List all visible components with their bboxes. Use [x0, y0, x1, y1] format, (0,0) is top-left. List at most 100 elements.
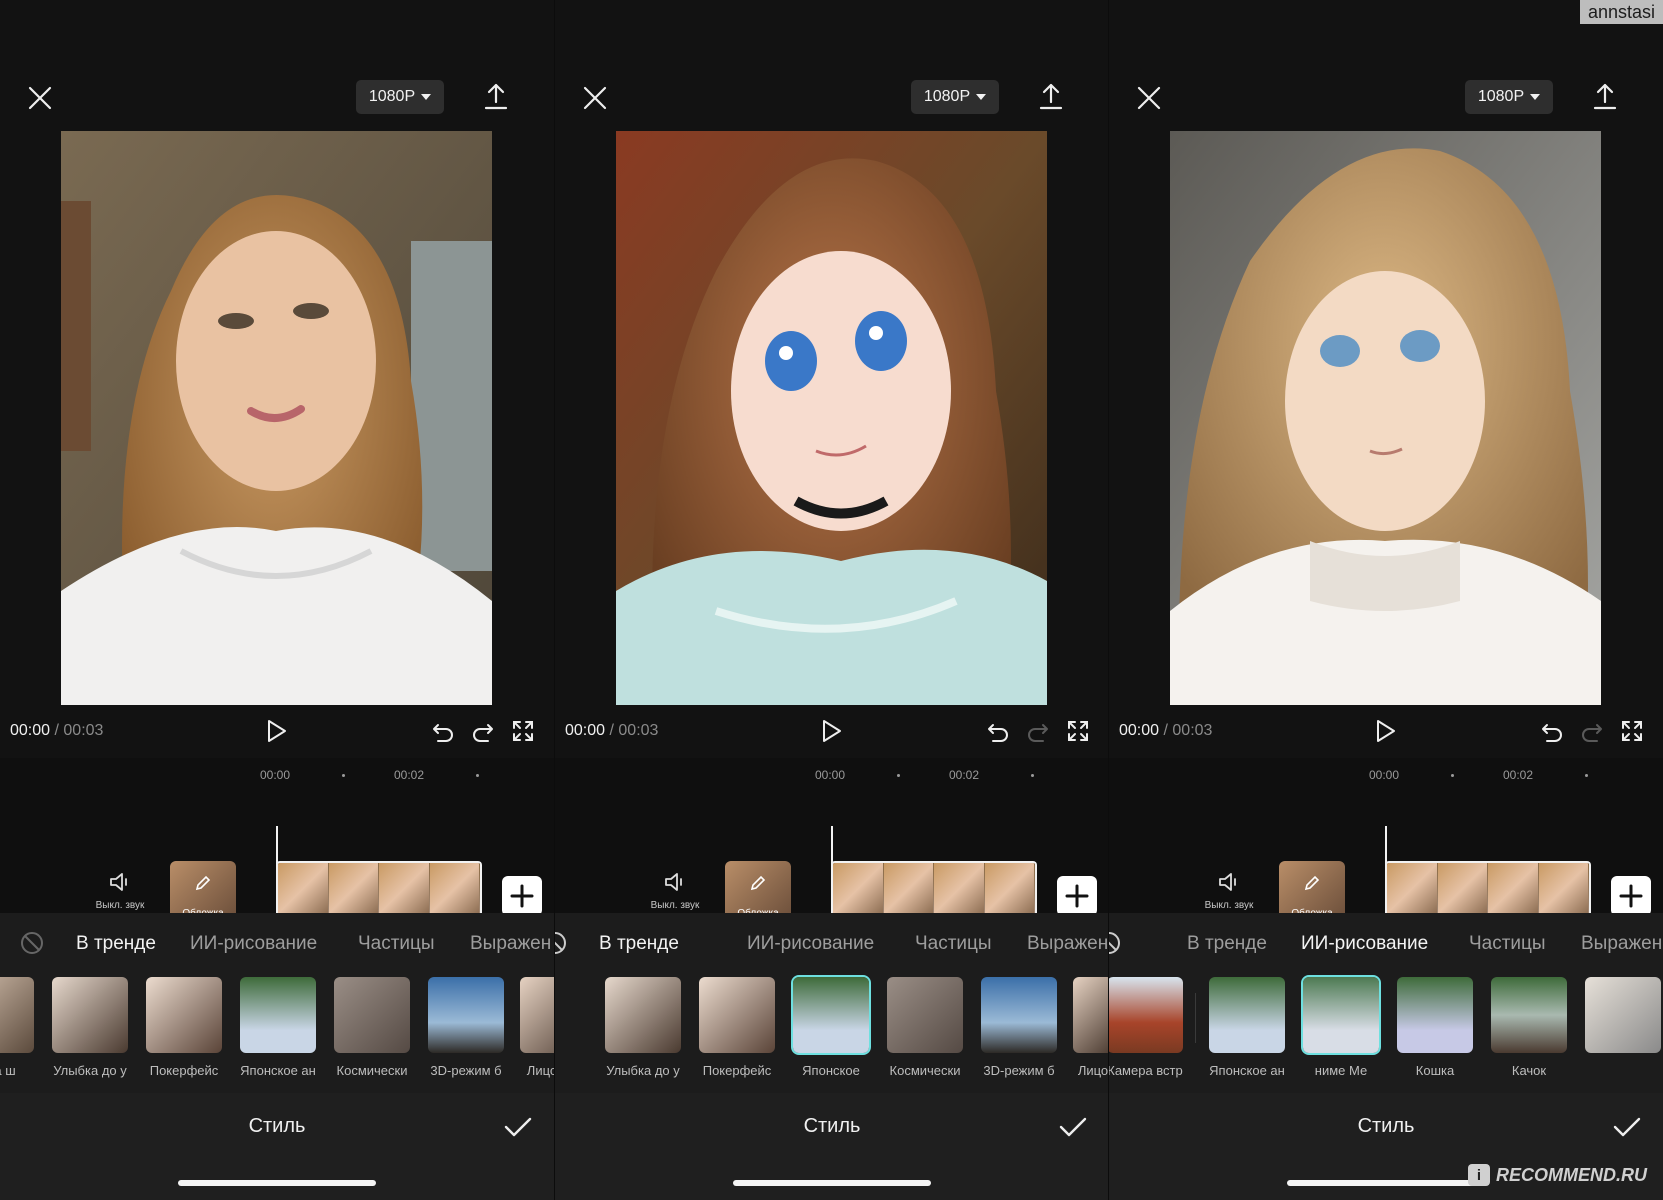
effect-item[interactable]: Камера встр: [1109, 977, 1183, 1078]
no-effect-icon[interactable]: [555, 931, 567, 960]
effect-item[interactable]: Космически: [887, 977, 963, 1078]
tab-particles[interactable]: Частицы: [915, 933, 992, 955]
tab-expressions[interactable]: Выражен: [1581, 933, 1662, 955]
cover-button[interactable]: Обложка: [725, 861, 791, 921]
close-icon[interactable]: [1133, 82, 1165, 114]
speaker-mute-icon[interactable]: [661, 870, 689, 894]
mute-label: Выкл. звук: [1204, 900, 1254, 911]
effect-item[interactable]: Японское ан: [240, 977, 316, 1078]
caret-down-icon: [976, 94, 987, 100]
effect-item[interactable]: Космически: [334, 977, 410, 1078]
resolution-label: 1080P: [923, 88, 971, 105]
play-icon[interactable]: [266, 718, 288, 749]
redo-icon[interactable]: [472, 721, 494, 748]
effect-item[interactable]: 3D-режим б: [981, 977, 1057, 1078]
effect-label: 3D-режим б: [983, 1063, 1055, 1078]
play-icon[interactable]: [1375, 718, 1397, 749]
top-bar: 1080P: [555, 70, 1109, 122]
tab-trending[interactable]: В тренде: [1187, 933, 1267, 955]
effect-item[interactable]: Улыбка до у: [52, 977, 128, 1078]
effect-category-tabs: В тренде ИИ-рисование Частицы Выражен: [1109, 913, 1663, 975]
confirm-check-icon[interactable]: [503, 1115, 533, 1144]
undo-icon[interactable]: [432, 721, 454, 748]
style-title: Стиль: [248, 1115, 306, 1137]
play-icon[interactable]: [821, 718, 843, 749]
effect-label: Японское ан: [240, 1063, 316, 1078]
tab-particles[interactable]: Частицы: [1469, 933, 1546, 955]
effect-item[interactable]: [1585, 977, 1661, 1053]
tab-particles[interactable]: Частицы: [358, 933, 435, 955]
fullscreen-icon[interactable]: [1621, 720, 1643, 747]
tab-expressions[interactable]: Выражен: [470, 933, 551, 955]
tab-expressions[interactable]: Выражен: [1027, 933, 1108, 955]
ruler-dot: [897, 774, 900, 777]
no-effect-icon[interactable]: [20, 931, 44, 960]
resolution-button[interactable]: 1080P: [911, 80, 999, 114]
redo-icon[interactable]: [1581, 721, 1603, 748]
redo-icon[interactable]: [1027, 721, 1049, 748]
confirm-check-icon[interactable]: [1612, 1115, 1642, 1144]
resolution-button[interactable]: 1080P: [1465, 80, 1553, 114]
add-clip-button[interactable]: [502, 876, 542, 916]
tab-ai-drawing[interactable]: ИИ-рисование: [747, 933, 874, 955]
effect-item[interactable]: а на ш: [0, 977, 34, 1078]
video-preview[interactable]: [1170, 131, 1601, 705]
timeline[interactable]: 00:00 00:02 Выкл. звук Обложка: [0, 758, 554, 921]
effect-item[interactable]: Покерфейс: [146, 977, 222, 1078]
video-preview[interactable]: [61, 131, 492, 705]
resolution-button[interactable]: 1080P: [356, 80, 444, 114]
effect-thumbnail: [1491, 977, 1567, 1053]
no-effect-icon[interactable]: [1109, 931, 1121, 960]
home-indicator: [178, 1180, 376, 1186]
speaker-mute-icon[interactable]: [106, 870, 134, 894]
tab-ai-drawing[interactable]: ИИ-рисование: [1301, 933, 1428, 955]
fullscreen-icon[interactable]: [512, 720, 534, 747]
cover-button[interactable]: Обложка: [1279, 861, 1345, 921]
fullscreen-icon[interactable]: [1067, 720, 1089, 747]
ruler-mark-0: 00:00: [1369, 768, 1400, 782]
export-icon[interactable]: [480, 78, 512, 114]
add-clip-button[interactable]: [1057, 876, 1097, 916]
effect-item-selected[interactable]: Японское: [793, 977, 869, 1078]
effect-item[interactable]: Качок: [1491, 977, 1567, 1078]
add-clip-button[interactable]: [1611, 876, 1651, 916]
tab-ai-drawing[interactable]: ИИ-рисование: [190, 933, 317, 955]
time-separator: /: [609, 722, 614, 739]
speaker-mute-icon[interactable]: [1215, 870, 1243, 894]
timeline[interactable]: 00:00 00:02 Выкл. звук Обложка: [1109, 758, 1663, 921]
cover-button[interactable]: Обложка: [170, 861, 236, 921]
undo-icon[interactable]: [987, 721, 1009, 748]
effect-item-selected[interactable]: ниме Ме: [1303, 977, 1379, 1078]
effect-item[interactable]: Лицо на ш: [520, 977, 554, 1078]
effect-thumbnail: [981, 977, 1057, 1053]
effect-item[interactable]: Японское ан: [1209, 977, 1285, 1078]
tab-trending[interactable]: В тренде: [599, 933, 679, 955]
effect-label: Улыбка до у: [53, 1063, 127, 1078]
effect-item[interactable]: Лицо: [1073, 977, 1109, 1078]
video-clip[interactable]: [1385, 861, 1591, 915]
effect-item[interactable]: Улыбка до у: [605, 977, 681, 1078]
tab-trending[interactable]: В тренде: [76, 933, 156, 955]
effect-thumbnail: [699, 977, 775, 1053]
current-time: 00:00: [10, 722, 51, 739]
effect-thumbnail: [793, 977, 869, 1053]
video-clip[interactable]: [831, 861, 1037, 915]
export-icon[interactable]: [1589, 78, 1621, 114]
effect-label: Космически: [889, 1063, 961, 1078]
video-preview[interactable]: [616, 131, 1047, 705]
total-time: 00:03: [618, 722, 659, 739]
close-icon[interactable]: [24, 82, 56, 114]
close-icon[interactable]: [579, 82, 611, 114]
effect-item[interactable]: Кошка: [1397, 977, 1473, 1078]
confirm-check-icon[interactable]: [1058, 1115, 1088, 1144]
effect-item[interactable]: Покерфейс: [699, 977, 775, 1078]
undo-icon[interactable]: [1541, 721, 1563, 748]
timeline[interactable]: 00:00 00:02 Выкл. звук Обложка: [555, 758, 1109, 921]
style-title: Стиль: [1357, 1115, 1415, 1137]
video-clip[interactable]: [276, 861, 482, 915]
effect-thumbnail: [1109, 977, 1183, 1053]
effect-label: Лицо на ш: [526, 1063, 554, 1078]
effect-thumbnail: [428, 977, 504, 1053]
effect-item[interactable]: 3D-режим б: [428, 977, 504, 1078]
export-icon[interactable]: [1035, 78, 1067, 114]
